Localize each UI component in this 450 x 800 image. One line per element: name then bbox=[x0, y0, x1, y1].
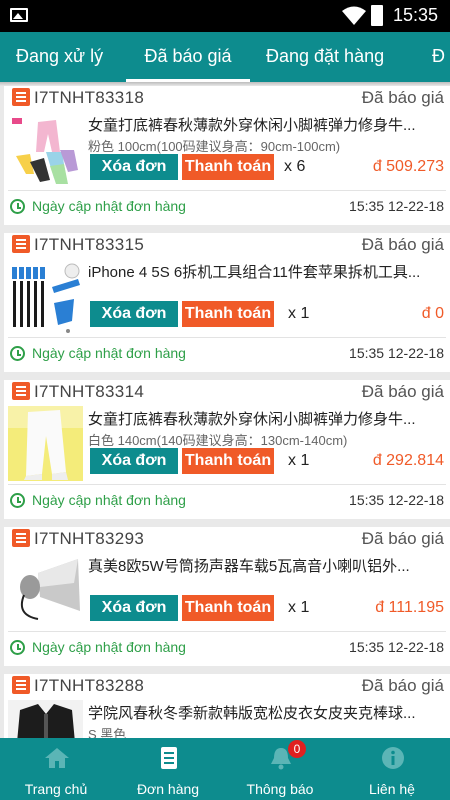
product-thumbnail[interactable] bbox=[8, 700, 83, 738]
tab-next-partial[interactable]: Đ bbox=[432, 32, 445, 82]
update-date-label: Ngày cập nhật đơn hàng bbox=[32, 639, 186, 655]
pay-button[interactable]: Thanh toán bbox=[182, 595, 274, 621]
orders-icon bbox=[161, 747, 177, 769]
order-document-icon bbox=[12, 382, 30, 400]
order-status: Đã báo giá bbox=[361, 529, 444, 548]
divider bbox=[8, 337, 446, 338]
home-icon bbox=[45, 748, 69, 768]
divider bbox=[8, 484, 446, 485]
battery-icon bbox=[371, 5, 383, 26]
clock-icon bbox=[10, 199, 25, 214]
nav-home[interactable]: Trang chủ bbox=[0, 738, 112, 800]
product-title[interactable]: 真美8欧5W号筒扬声器车载5瓦高音小喇叭铝外... bbox=[88, 555, 444, 576]
update-date: 15:35 12-22-18 bbox=[349, 345, 444, 361]
nav-contact[interactable]: Liên hệ bbox=[336, 738, 448, 800]
clock-icon bbox=[10, 346, 25, 361]
product-thumbnail[interactable] bbox=[8, 553, 83, 628]
nav-notifications[interactable]: 0 Thông báo bbox=[224, 738, 336, 800]
price: đ 111.195 bbox=[375, 599, 444, 616]
product-title[interactable]: 女童打底裤春秋薄款外穿休闲小脚裤弹力修身牛... bbox=[88, 408, 444, 429]
nav-contact-label: Liên hệ bbox=[369, 781, 415, 797]
pay-button[interactable]: Thanh toán bbox=[182, 154, 274, 180]
delete-order-button[interactable]: Xóa đơn bbox=[90, 301, 178, 327]
tab-processing[interactable]: Đang xử lý bbox=[16, 32, 103, 82]
divider bbox=[8, 190, 446, 191]
clock-icon bbox=[10, 640, 25, 655]
order-document-icon bbox=[12, 88, 30, 106]
order-status: Đã báo giá bbox=[361, 88, 444, 107]
price: đ 509.273 bbox=[372, 158, 444, 175]
delete-order-button[interactable]: Xóa đơn bbox=[90, 154, 178, 180]
order-card[interactable]: I7TNHT83288 Đã báo giá 学院风春秋冬季新款韩版宽松皮衣女皮… bbox=[4, 674, 450, 738]
order-code: I7TNHT83315 bbox=[34, 235, 145, 254]
order-document-icon bbox=[12, 529, 30, 547]
update-date: 15:35 12-22-18 bbox=[349, 492, 444, 508]
pay-button[interactable]: Thanh toán bbox=[182, 301, 274, 327]
order-card[interactable]: I7TNHT83315 Đã báo giá iPhone 4 5S 6拆机工具… bbox=[4, 233, 450, 372]
quantity: x 1 bbox=[288, 599, 310, 616]
price: đ 0 bbox=[421, 305, 444, 322]
order-document-icon bbox=[12, 676, 30, 694]
update-date-label: Ngày cập nhật đơn hàng bbox=[32, 198, 186, 214]
quantity: x 1 bbox=[288, 305, 310, 322]
order-card[interactable]: I7TNHT83318 Đã báo giá 女童打底裤春秋薄款外穿休闲小脚裤弹… bbox=[4, 86, 450, 225]
product-thumbnail[interactable] bbox=[8, 112, 83, 187]
order-card[interactable]: I7TNHT83314 Đã báo giá 女童打底裤春秋薄款外穿休闲小脚裤弹… bbox=[4, 380, 450, 519]
order-status: Đã báo giá bbox=[361, 382, 444, 401]
info-icon bbox=[382, 747, 404, 769]
notification-badge: 0 bbox=[288, 740, 306, 758]
nav-orders-label: Đơn hàng bbox=[136, 781, 200, 797]
order-code: I7TNHT83318 bbox=[34, 88, 145, 107]
product-thumbnail[interactable] bbox=[8, 259, 83, 334]
order-card[interactable]: I7TNHT83293 Đã báo giá 真美8欧5W号筒扬声器车载5瓦高音… bbox=[4, 527, 450, 666]
update-date: 15:35 12-22-18 bbox=[349, 198, 444, 214]
tab-quoted[interactable]: Đã báo giá bbox=[126, 32, 250, 82]
delete-order-button[interactable]: Xóa đơn bbox=[90, 595, 178, 621]
delete-order-button[interactable]: Xóa đơn bbox=[90, 448, 178, 474]
quantity: x 6 bbox=[284, 158, 306, 175]
order-status: Đã báo giá bbox=[361, 676, 444, 695]
product-title[interactable]: 女童打底裤春秋薄款外穿休闲小脚裤弹力修身牛... bbox=[88, 114, 444, 135]
product-title[interactable]: iPhone 4 5S 6拆机工具组合11件套苹果拆机工具... bbox=[88, 261, 444, 282]
clock-time: 15:35 bbox=[393, 5, 439, 25]
wifi-icon bbox=[342, 6, 366, 25]
tab-ordering[interactable]: Đang đặt hàng bbox=[266, 32, 384, 82]
product-thumbnail[interactable] bbox=[8, 406, 83, 481]
product-title[interactable]: 学院风春秋冬季新款韩版宽松皮衣女皮夹克棒球... bbox=[88, 702, 444, 723]
product-variant: 粉色 100cm(100码建议身高：90cm-100cm) bbox=[88, 139, 341, 154]
product-variant: S 黑色 bbox=[88, 727, 127, 738]
image-notification-icon bbox=[10, 8, 28, 22]
nav-orders[interactable]: Đơn hàng bbox=[112, 738, 224, 800]
order-list[interactable]: I7TNHT83318 Đã báo giá 女童打底裤春秋薄款外穿休闲小脚裤弹… bbox=[0, 86, 450, 738]
nav-notifications-label: Thông báo bbox=[246, 781, 314, 797]
order-code: I7TNHT83288 bbox=[34, 676, 145, 695]
update-date-label: Ngày cập nhật đơn hàng bbox=[32, 492, 186, 508]
pay-button[interactable]: Thanh toán bbox=[182, 448, 274, 474]
product-variant: 白色 140cm(140码建议身高：130cm-140cm) bbox=[88, 433, 348, 448]
bottom-navigation: Trang chủ Đơn hàng 0 Thông báo Liên hệ bbox=[0, 738, 450, 800]
price: đ 292.814 bbox=[372, 452, 444, 469]
divider bbox=[8, 631, 446, 632]
order-status-tabs: Đang xử lý Đã báo giá Đang đặt hàng Đ bbox=[0, 32, 450, 82]
order-document-icon bbox=[12, 235, 30, 253]
update-date: 15:35 12-22-18 bbox=[349, 639, 444, 655]
status-bar: 15:35 bbox=[0, 0, 450, 32]
order-status: Đã báo giá bbox=[361, 235, 444, 254]
clock-icon bbox=[10, 493, 25, 508]
update-date-label: Ngày cập nhật đơn hàng bbox=[32, 345, 186, 361]
order-code: I7TNHT83314 bbox=[34, 382, 145, 401]
order-code: I7TNHT83293 bbox=[34, 529, 145, 548]
quantity: x 1 bbox=[288, 452, 310, 469]
nav-home-label: Trang chủ bbox=[24, 781, 88, 797]
